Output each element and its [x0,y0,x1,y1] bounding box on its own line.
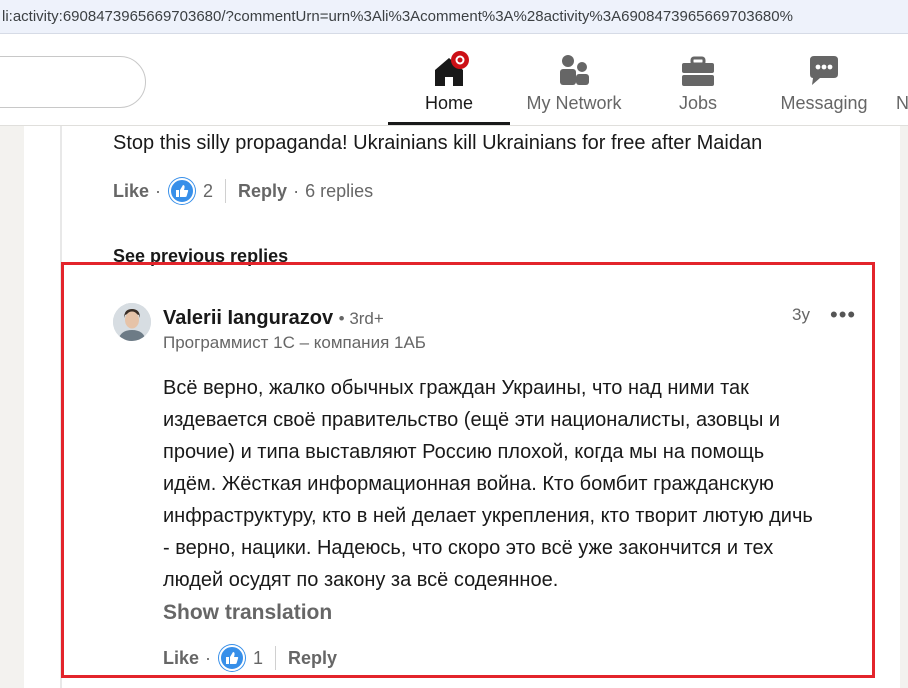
timestamp: 3y [792,305,810,324]
reply-button[interactable]: Reply [288,648,337,669]
reply-body-line: идём. Жёсткая информационная война. Кто … [163,473,774,495]
reply-body-line: прочие) и типа выставляют Россию плохой,… [163,441,765,463]
network-icon [554,50,594,90]
nav-messaging-label: Messaging [780,93,868,113]
like-button[interactable]: Like [113,181,149,202]
reply-button[interactable]: Reply [238,181,287,202]
nav-home-label: Home [424,93,473,113]
replies-count[interactable]: 6 replies [305,181,373,202]
briefcase-icon [678,50,718,90]
author-name[interactable]: Valerii Iangurazov • 3rd+ [163,307,384,330]
divider [275,646,277,670]
connection-degree: • 3rd+ [338,309,384,328]
nav-my-network[interactable]: My Network [518,34,630,125]
reaction-count[interactable]: 2 [203,181,213,202]
reply-body-line: инфраструктуру, кто в ней делает укрепле… [163,505,813,527]
author-name-text[interactable]: Valerii Iangurazov [163,307,333,329]
avatar[interactable] [113,303,151,341]
nav-notifications[interactable]: N [896,34,908,125]
dot-separator: · [293,180,300,201]
nav-notifications-label: N [896,93,908,113]
reply-body-line: - верно, нацики. Надеюсь, что скоро это … [163,537,774,559]
nav-my-network-label: My Network [526,93,622,113]
url-text[interactable]: li:activity:6908473965669703680/?comment… [2,8,793,25]
show-translation-button[interactable]: Show translation [163,601,332,625]
parent-comment-actions: Like · 2 Reply · 6 replies [113,178,373,204]
ellipsis-icon[interactable]: ••• [830,302,856,327]
divider [225,179,227,203]
like-reaction-icon[interactable] [169,178,196,204]
dot-separator: · [205,647,212,668]
nav-messaging[interactable]: Messaging [772,34,876,125]
reply-actions: Like · 1 Reply [163,645,337,671]
parent-comment-text: Stop this silly propaganda! Ukrainians k… [113,132,763,154]
reply-body: Всё верно, жалко обычных граждан Украины… [163,372,873,596]
reply-body-line: людей осудят по закону за всё содеянное. [163,569,559,591]
reply-body-line: Всё верно, жалко обычных граждан Украины… [163,377,749,399]
browser-url-bar[interactable]: li:activity:6908473965669703680/?comment… [0,0,908,34]
home-icon [429,50,469,90]
nav-home[interactable]: Home [388,34,510,125]
more-options-button[interactable]: ••• [830,302,856,328]
nav-jobs[interactable]: Jobs [648,34,748,125]
nav-jobs-label: Jobs [678,93,718,113]
like-button[interactable]: Like [163,648,199,669]
reaction-count[interactable]: 1 [253,648,263,669]
author-headline: Программист 1С – компания 1АБ [163,333,426,352]
like-reaction-icon[interactable] [219,645,246,671]
messaging-icon [804,50,844,90]
search-input[interactable] [0,56,146,108]
reply-body-line: издевается своё правительство (ещё эти н… [163,409,781,431]
dot-separator: · [155,180,162,201]
top-nav: Home My Network Jobs Messaging N [0,34,908,126]
